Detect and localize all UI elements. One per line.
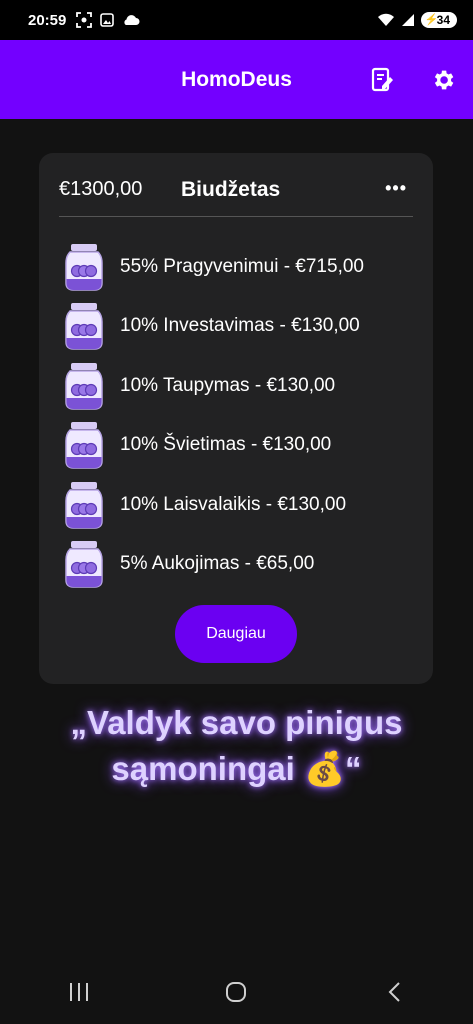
jar-row-svietimas[interactable]: 10% Švietimas - €130,00 bbox=[65, 416, 425, 476]
recents-button[interactable] bbox=[59, 972, 99, 1012]
jar-label: 10% Investavimas - €130,00 bbox=[120, 315, 360, 337]
status-system-icons: ⚡ 34 bbox=[377, 12, 457, 28]
jar-icon bbox=[65, 362, 103, 410]
jar-row-investavimas[interactable]: 10% Investavimas - €130,00 bbox=[65, 297, 425, 357]
status-bar: 20:59 ⚡ 34 bbox=[0, 0, 473, 40]
budget-total: €1300,00 bbox=[59, 178, 143, 200]
jar-row-aukojimas[interactable]: 5% Aukojimas - €65,00 bbox=[65, 535, 425, 595]
status-time: 20:59 bbox=[28, 11, 67, 29]
quote-line-1: „Valdyk savo pinigus bbox=[70, 704, 403, 741]
jar-row-taupymas[interactable]: 10% Taupymas - €130,00 bbox=[65, 356, 425, 416]
budget-card: €1300,00 Biudžetas ••• 55% Pragyvenimui … bbox=[39, 153, 433, 684]
jar-icon bbox=[65, 243, 103, 291]
screenshot-icon bbox=[76, 12, 93, 28]
menu-dots-icon[interactable]: ••• bbox=[385, 178, 407, 199]
jar-label: 10% Taupymas - €130,00 bbox=[120, 374, 336, 396]
edit-note-icon bbox=[371, 67, 393, 92]
motivational-quote: „Valdyk savo pinigus sąmoningai 💰“ bbox=[0, 700, 473, 792]
battery-icon: ⚡ 34 bbox=[420, 12, 457, 28]
jar-list: 55% Pragyvenimui - €715,00 10% Investavi… bbox=[65, 237, 425, 594]
gear-icon bbox=[434, 70, 454, 90]
jar-label: 55% Pragyvenimui - €715,00 bbox=[120, 255, 364, 277]
system-nav-bar bbox=[0, 960, 473, 1024]
jar-icon bbox=[65, 481, 103, 529]
jar-row-pragyvenimui[interactable]: 55% Pragyvenimui - €715,00 bbox=[65, 237, 425, 297]
jar-row-laisvalaikis[interactable]: 10% Laisvalaikis - €130,00 bbox=[65, 475, 425, 535]
battery-level: 34 bbox=[436, 13, 450, 27]
charging-bolt-icon: ⚡ bbox=[424, 14, 439, 26]
home-button[interactable] bbox=[216, 972, 256, 1012]
home-icon bbox=[226, 982, 247, 1002]
jar-icon bbox=[65, 541, 103, 588]
recents-icon bbox=[69, 983, 88, 1001]
back-icon bbox=[388, 982, 400, 1002]
jar-icon bbox=[65, 422, 103, 469]
signal-icon bbox=[401, 14, 414, 26]
settings-button[interactable] bbox=[429, 66, 457, 94]
jar-label: 10% Laisvalaikis - €130,00 bbox=[120, 493, 347, 515]
wifi-icon bbox=[377, 13, 394, 26]
status-notification-icons bbox=[76, 12, 140, 28]
back-button[interactable] bbox=[374, 972, 414, 1012]
image-icon bbox=[100, 13, 115, 27]
budget-card-header: €1300,00 Biudžetas ••• bbox=[59, 173, 413, 217]
edit-note-button[interactable] bbox=[369, 66, 397, 94]
budget-title: Biudžetas bbox=[181, 178, 281, 201]
more-button[interactable]: Daugiau bbox=[175, 605, 297, 663]
app-title: HomoDeus bbox=[181, 67, 292, 91]
jar-icon bbox=[65, 303, 103, 350]
jar-label: 5% Aukojimas - €65,00 bbox=[120, 553, 315, 575]
quote-line-2: sąmoningai 💰“ bbox=[111, 750, 362, 787]
cloud-icon bbox=[124, 15, 140, 25]
jar-label: 10% Švietimas - €130,00 bbox=[120, 434, 332, 456]
app-bar: HomoDeus bbox=[0, 40, 473, 119]
